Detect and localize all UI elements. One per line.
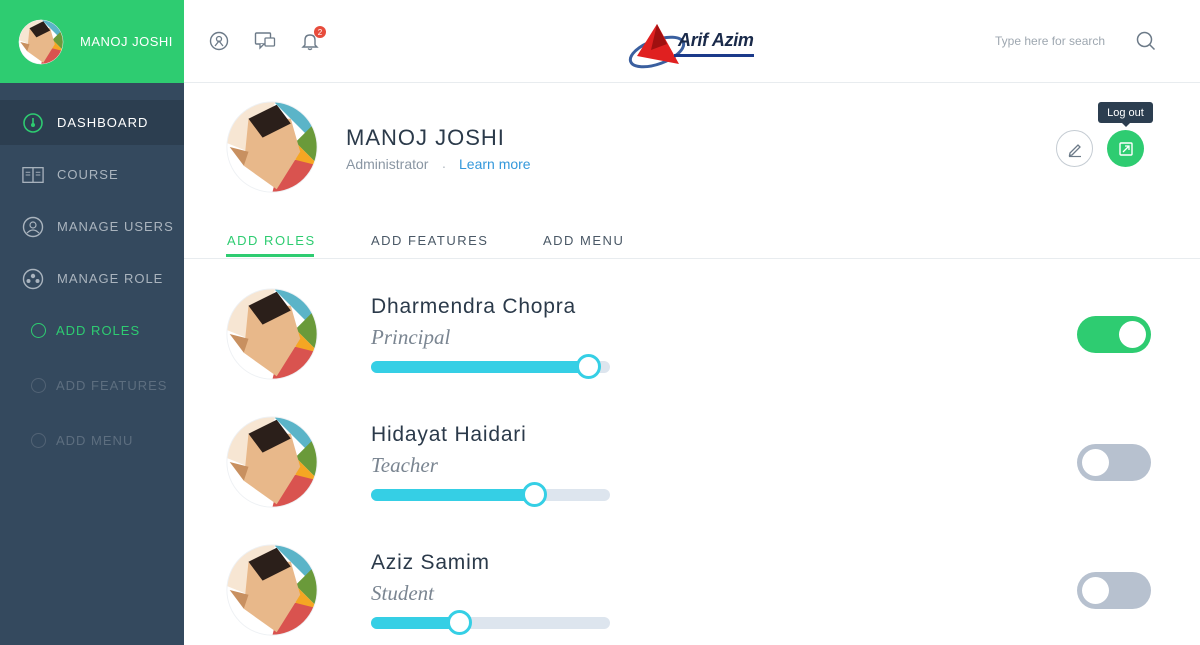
pencil-icon	[1068, 143, 1081, 157]
bell-icon[interactable]: 2	[299, 26, 326, 52]
sidebar: MANOJ JOSHI DASHBOARD COURSE MANAGE USER…	[0, 0, 184, 645]
sidebar-subitem-add-features[interactable]: ADD FEATURES	[0, 363, 184, 408]
profile-circle-icon[interactable]	[208, 30, 230, 52]
top-bar: 2 Arif Azim Type here for search	[184, 0, 1200, 83]
role-level-slider[interactable]	[371, 482, 610, 507]
role-user-name: Dharmendra Chopra	[371, 295, 577, 318]
notification-badge: 2	[314, 26, 326, 38]
role-title: Teacher	[371, 453, 438, 477]
user-avatar	[18, 19, 64, 65]
role-title: Student	[371, 581, 434, 605]
role-avatar	[225, 287, 319, 381]
role-level-slider[interactable]	[371, 610, 610, 635]
toggle-knob	[1119, 321, 1146, 348]
sidebar-item-label: COURSE	[57, 167, 119, 182]
role-toggle[interactable]	[1077, 444, 1151, 481]
role-avatar	[225, 543, 319, 637]
sidebar-subitem-label: ADD ROLES	[56, 323, 141, 338]
toggle-knob	[1082, 577, 1109, 604]
tab-add-menu[interactable]: ADD MENU	[543, 233, 624, 248]
role-user-name: Aziz Samim	[371, 551, 490, 574]
search-input[interactable]: Type here for search	[995, 34, 1105, 48]
sidebar-item-manage-role[interactable]: MANAGE ROLE	[0, 256, 184, 301]
users-icon	[22, 216, 44, 238]
role-user-name: Hidayat Haidari	[371, 423, 527, 446]
slider-fill	[371, 617, 460, 629]
slider-knob[interactable]	[447, 610, 473, 635]
sidebar-profile[interactable]: MANOJ JOSHI	[0, 0, 184, 83]
profile-avatar	[225, 100, 319, 194]
sidebar-subitem-add-menu[interactable]: ADD MENU	[0, 418, 184, 463]
toggle-knob	[1082, 449, 1109, 476]
sidebar-item-manage-users[interactable]: MANAGE USERS	[0, 204, 184, 249]
sidebar-item-dashboard[interactable]: DASHBOARD	[0, 100, 184, 145]
learn-more-link[interactable]: Learn more	[459, 156, 531, 172]
role-title: Principal	[371, 325, 451, 349]
tab-add-features[interactable]: ADD FEATURES	[371, 233, 488, 248]
role-avatar	[225, 415, 319, 509]
search-icon[interactable]	[1136, 31, 1156, 56]
active-tab-indicator	[226, 254, 314, 257]
role-icon	[22, 268, 44, 290]
slider-fill	[371, 361, 589, 373]
sidebar-subitem-add-roles[interactable]: ADD ROLES	[0, 308, 184, 353]
book-icon	[22, 164, 44, 186]
profile-role: Administrator	[346, 156, 429, 172]
separator-dot: .	[442, 155, 446, 171]
tab-bar: ADD ROLES ADD FEATURES ADD MENU	[184, 222, 1200, 259]
edit-button[interactable]	[1056, 130, 1093, 167]
sidebar-item-label: DASHBOARD	[57, 115, 149, 130]
profile-name: MANOJ JOSHI	[346, 125, 505, 150]
slider-knob[interactable]	[576, 354, 602, 379]
sidebar-menu: DASHBOARD COURSE MANAGE USERS MANAGE ROL…	[0, 100, 184, 463]
circle-icon	[31, 433, 46, 448]
slider-knob[interactable]	[521, 482, 547, 507]
sidebar-item-course[interactable]: COURSE	[0, 152, 184, 197]
tab-add-roles[interactable]: ADD ROLES	[227, 233, 316, 248]
logout-tooltip: Log out	[1098, 102, 1153, 127]
role-toggle[interactable]	[1077, 572, 1151, 609]
chat-icon[interactable]	[254, 30, 276, 52]
logout-icon	[1118, 141, 1133, 156]
role-level-slider[interactable]	[371, 354, 610, 379]
sidebar-item-label: MANAGE USERS	[57, 219, 174, 234]
circle-icon	[31, 378, 46, 393]
sidebar-item-label: MANAGE ROLE	[57, 271, 164, 286]
dashboard-icon	[22, 112, 44, 134]
brand-underline	[674, 54, 754, 57]
slider-fill	[371, 489, 534, 501]
sidebar-user-name: MANOJ JOSHI	[80, 34, 173, 49]
brand-name: Arif Azim	[678, 30, 754, 50]
circle-icon	[31, 323, 46, 338]
role-toggle[interactable]	[1077, 316, 1151, 353]
logout-button[interactable]	[1107, 130, 1144, 167]
sidebar-subitem-label: ADD MENU	[56, 433, 134, 448]
sidebar-subitem-label: ADD FEATURES	[56, 378, 168, 393]
